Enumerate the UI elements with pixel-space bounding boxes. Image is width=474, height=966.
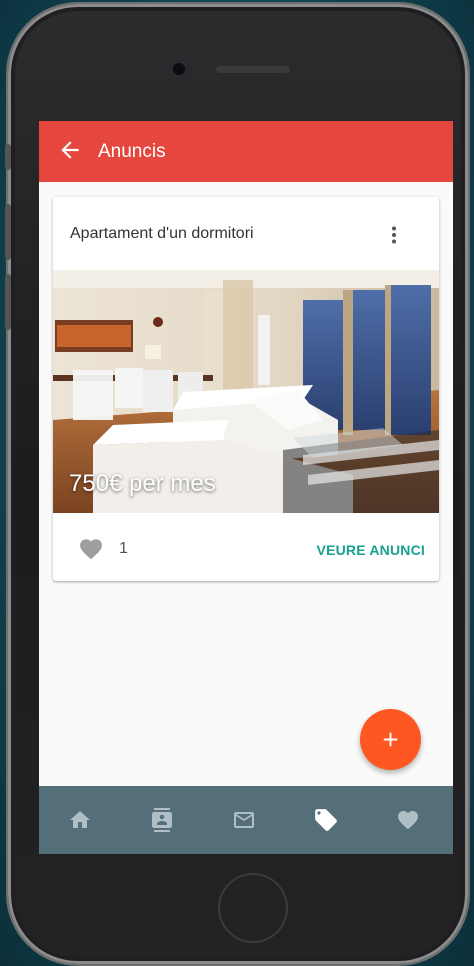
page-title: Anuncis [98, 141, 166, 162]
plus-icon [383, 732, 398, 747]
nav-favorites[interactable] [367, 786, 449, 854]
home-button[interactable] [218, 873, 288, 943]
nav-listings[interactable] [285, 786, 367, 854]
heart-icon [398, 811, 418, 830]
back-arrow-icon[interactable] [57, 137, 83, 163]
nav-home[interactable] [39, 786, 121, 854]
listing-price: 750€ per mes [69, 470, 216, 497]
volume-down-button [5, 274, 11, 330]
home-icon [70, 811, 90, 828]
more-vert-icon[interactable] [382, 223, 406, 247]
listing-photo: 750€ per mes [53, 270, 439, 513]
nav-messages[interactable] [203, 786, 285, 854]
bottom-navigation [39, 786, 453, 854]
nav-contacts[interactable] [121, 786, 203, 854]
like-count: 1 [119, 540, 128, 557]
listing-title: Apartament d'un dormitori [70, 225, 254, 242]
mute-switch [5, 144, 11, 170]
like-heart-icon[interactable] [77, 536, 105, 560]
listing-card: Apartament d'un dormitori 750€ per mes 1… [53, 197, 439, 581]
tag-icon [315, 809, 337, 831]
view-listing-button[interactable]: VEURE ANUNCI [317, 542, 425, 558]
volume-up-button [5, 204, 11, 260]
app-screen: Anuncis Apartament d'un dormitori 750€ p… [39, 121, 453, 854]
mail-icon [234, 812, 254, 828]
contact-card-icon [152, 808, 172, 832]
earpiece-speaker [216, 66, 290, 73]
app-bar: Anuncis [39, 121, 453, 182]
add-listing-fab[interactable] [360, 709, 421, 770]
front-camera [173, 63, 185, 75]
